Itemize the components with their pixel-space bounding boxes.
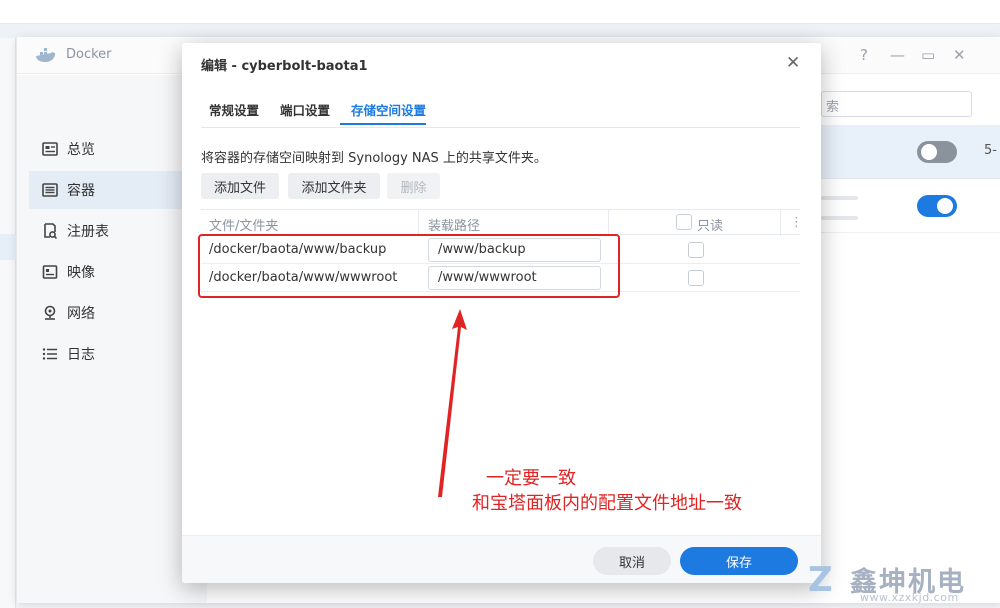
watermark-url: www.xzxkjd.com	[860, 591, 959, 604]
sidebar-item-image[interactable]: 映像	[29, 253, 207, 291]
image-icon	[41, 263, 59, 281]
network-icon	[41, 304, 59, 322]
table-row[interactable]	[821, 179, 1000, 233]
desktop-strip	[0, 24, 1000, 38]
sidebar: 总览 容器 注册表 映像 网络 日志	[17, 75, 207, 603]
sidebar-item-overview[interactable]: 总览	[29, 130, 207, 168]
watermark: Z 鑫坤机电 www.xzxkjd.com	[808, 560, 1000, 608]
placeholder-bar	[821, 216, 858, 220]
container-list-panel: 索 5-	[821, 75, 1000, 603]
log-icon	[41, 345, 59, 363]
save-button[interactable]: 保存	[680, 547, 798, 575]
storage-description: 将容器的存储空间映射到 Synology NAS 上的共享文件夹。	[201, 151, 547, 166]
watermark-logo: Z	[808, 560, 833, 600]
container-toggle[interactable]	[917, 141, 957, 163]
sidebar-item-container[interactable]: 容器	[29, 171, 207, 209]
column-header-mount-path: 装载路径	[428, 219, 481, 234]
row-fragment-text: 5-	[984, 143, 997, 158]
sidebar-item-label: 日志	[67, 347, 95, 363]
desktop-left-panel	[0, 38, 16, 608]
column-separator	[418, 210, 419, 236]
table-header: 文件/文件夹 装载路径 只读 ⋮	[201, 209, 803, 236]
minimize-icon[interactable]: —	[890, 46, 905, 64]
column-separator	[780, 210, 781, 236]
annotation-highlight-box	[198, 234, 620, 298]
column-separator	[608, 210, 609, 236]
desktop-top-bar	[0, 0, 1000, 24]
table-row[interactable]: 5-	[821, 125, 1000, 179]
tab-port[interactable]: 端口设置	[280, 100, 330, 119]
annotation-line-2: 和宝塔面板内的配置文件地址一致	[472, 493, 742, 514]
sidebar-item-log[interactable]: 日志	[29, 335, 207, 373]
column-header-file-folder: 文件/文件夹	[209, 219, 279, 234]
placeholder-bar	[821, 196, 858, 200]
sidebar-item-label: 注册表	[67, 224, 109, 240]
read-only-checkbox[interactable]	[688, 242, 704, 258]
add-file-button[interactable]: 添加文件	[201, 173, 279, 199]
sidebar-item-registry[interactable]: 注册表	[29, 212, 207, 250]
registry-icon	[41, 222, 59, 240]
dialog-footer: 取消 保存	[182, 536, 821, 583]
container-toggle[interactable]	[917, 195, 957, 217]
tab-storage[interactable]: 存储空间设置	[351, 100, 426, 119]
toggle-knob	[921, 144, 937, 160]
read-only-checkbox[interactable]	[688, 270, 704, 286]
column-menu-icon[interactable]: ⋮	[790, 215, 803, 230]
sidebar-item-label: 映像	[67, 265, 95, 281]
toggle-knob	[937, 198, 953, 214]
tab-divider	[201, 127, 800, 128]
dialog-title: 编辑 - cyberbolt-baota1	[201, 59, 368, 74]
annotation-note: 一定要一致 和宝塔面板内的配置文件地址一致	[472, 466, 742, 516]
sidebar-item-network[interactable]: 网络	[29, 294, 207, 332]
container-icon	[41, 181, 59, 199]
column-header-read-only: 只读	[697, 219, 724, 234]
sidebar-item-label: 总览	[67, 142, 95, 158]
maximize-icon[interactable]: ▭	[921, 46, 935, 64]
add-folder-button[interactable]: 添加文件夹	[288, 173, 380, 199]
close-icon[interactable]: ✕	[786, 53, 800, 73]
annotation-line-1: 一定要一致	[486, 468, 576, 489]
sidebar-item-label: 网络	[67, 306, 95, 322]
active-tab-indicator	[340, 123, 426, 125]
read-only-select-all-checkbox[interactable]	[676, 214, 692, 230]
annotation-arrow-icon	[438, 309, 467, 497]
docker-logo-icon	[36, 48, 56, 62]
overview-icon	[41, 140, 59, 158]
window-title: Docker	[66, 47, 112, 62]
window-close-icon[interactable]: ✕	[953, 46, 966, 64]
sidebar-item-label: 容器	[67, 183, 95, 199]
search-input[interactable]: 索	[821, 91, 972, 117]
help-icon[interactable]: ?	[860, 46, 868, 64]
tab-general[interactable]: 常规设置	[209, 100, 259, 119]
delete-button[interactable]: 删除	[387, 173, 440, 199]
cancel-button[interactable]: 取消	[593, 547, 671, 575]
desktop-left-selection	[0, 234, 16, 260]
